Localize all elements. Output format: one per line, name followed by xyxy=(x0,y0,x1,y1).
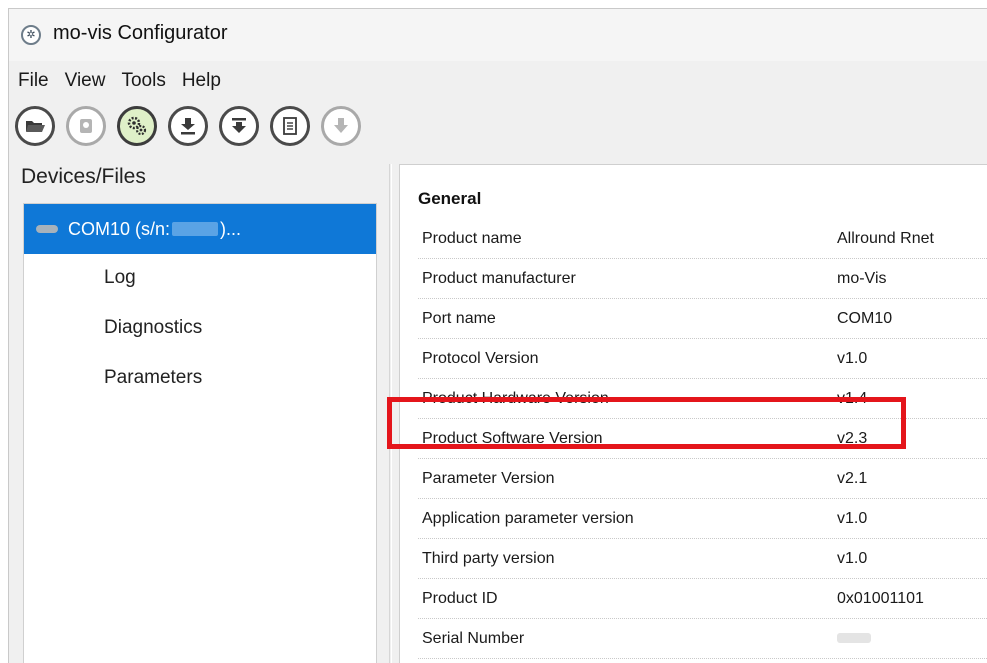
download-all-button[interactable] xyxy=(217,105,261,147)
tree-item-com10-prefix: COM10 (s/n: xyxy=(68,218,171,239)
property-row: Application parameter version v1.0 xyxy=(418,499,987,539)
property-value: v1.0 xyxy=(837,350,868,367)
connect-device-button[interactable] xyxy=(64,105,108,147)
tree-item-log[interactable]: Log xyxy=(104,267,136,289)
configure-button[interactable] xyxy=(115,105,159,147)
menu-view[interactable]: View xyxy=(57,67,114,95)
menu-tools[interactable]: Tools xyxy=(113,67,173,95)
property-value: COM10 xyxy=(837,310,893,327)
menu-file[interactable]: File xyxy=(9,67,57,95)
tree-item-com10-suffix: )... xyxy=(220,218,242,239)
redacted-serial xyxy=(837,633,871,643)
write-button[interactable] xyxy=(319,105,363,147)
property-value: v2.1 xyxy=(837,470,868,487)
property-value: mo-Vis xyxy=(837,270,887,287)
report-button[interactable] xyxy=(268,105,312,147)
property-row: Product manufacturer mo-Vis xyxy=(418,259,987,299)
property-label: Parameter Version xyxy=(422,470,555,487)
redacted-serial xyxy=(172,222,219,236)
usb-connector-icon xyxy=(36,225,58,233)
tree-item-com10[interactable]: COM10 (s/n: )... xyxy=(24,204,376,254)
property-row: Product ID 0x01001101 xyxy=(418,579,987,619)
property-label: Third party version xyxy=(422,550,555,567)
title-bar: ✲ mo-vis Configurator xyxy=(9,9,987,61)
open-folder-icon xyxy=(26,121,45,132)
property-label: Product ID xyxy=(422,590,498,607)
download-icon xyxy=(181,118,195,135)
property-label: Protocol Version xyxy=(422,350,539,367)
property-value: 0x01001101 xyxy=(837,590,924,607)
configure-gears-icon xyxy=(127,116,147,136)
property-row: Port name COM10 xyxy=(418,299,987,339)
device-connect-icon xyxy=(80,119,92,133)
property-row: Third party version v1.0 xyxy=(418,539,987,579)
app-window: ✲ mo-vis Configurator File View Tools He… xyxy=(8,8,987,663)
devices-panel: Devices/Files COM10 (s/n: )... Log Diagn… xyxy=(9,159,385,663)
tree-item-diagnostics[interactable]: Diagnostics xyxy=(104,317,202,339)
report-icon xyxy=(283,117,297,135)
window-title: mo-vis Configurator xyxy=(53,22,228,44)
download-button[interactable] xyxy=(166,105,210,147)
property-row: Protocol Version v1.0 xyxy=(418,339,987,379)
devices-panel-title: Devices/Files xyxy=(21,165,146,188)
toolbar xyxy=(9,105,370,147)
gear-icon: ✲ xyxy=(21,25,41,45)
menu-bar: File View Tools Help xyxy=(9,67,229,95)
section-title-general: General xyxy=(418,189,482,208)
property-row: Serial Number xyxy=(418,619,987,659)
property-value: v1.0 xyxy=(837,550,868,567)
property-row: Product name Allround Rnet xyxy=(418,219,987,259)
property-label: Serial Number xyxy=(422,630,525,647)
property-label: Port name xyxy=(422,310,496,327)
property-label: Product name xyxy=(422,230,522,247)
arrow-down-icon xyxy=(334,118,348,133)
device-tree: COM10 (s/n: )... Log Diagnostics Paramet… xyxy=(23,203,377,663)
property-label: Application parameter version xyxy=(422,510,634,527)
tree-item-parameters[interactable]: Parameters xyxy=(104,367,202,389)
menu-help[interactable]: Help xyxy=(174,67,229,95)
property-value: Allround Rnet xyxy=(837,230,934,247)
property-value-serial xyxy=(837,630,871,648)
download-all-icon xyxy=(232,118,246,133)
highlight-box xyxy=(387,397,906,449)
property-value: v1.0 xyxy=(837,510,868,527)
property-row: Parameter Version v2.1 xyxy=(418,459,987,499)
property-label: Product manufacturer xyxy=(422,270,576,287)
open-button[interactable] xyxy=(13,105,57,147)
